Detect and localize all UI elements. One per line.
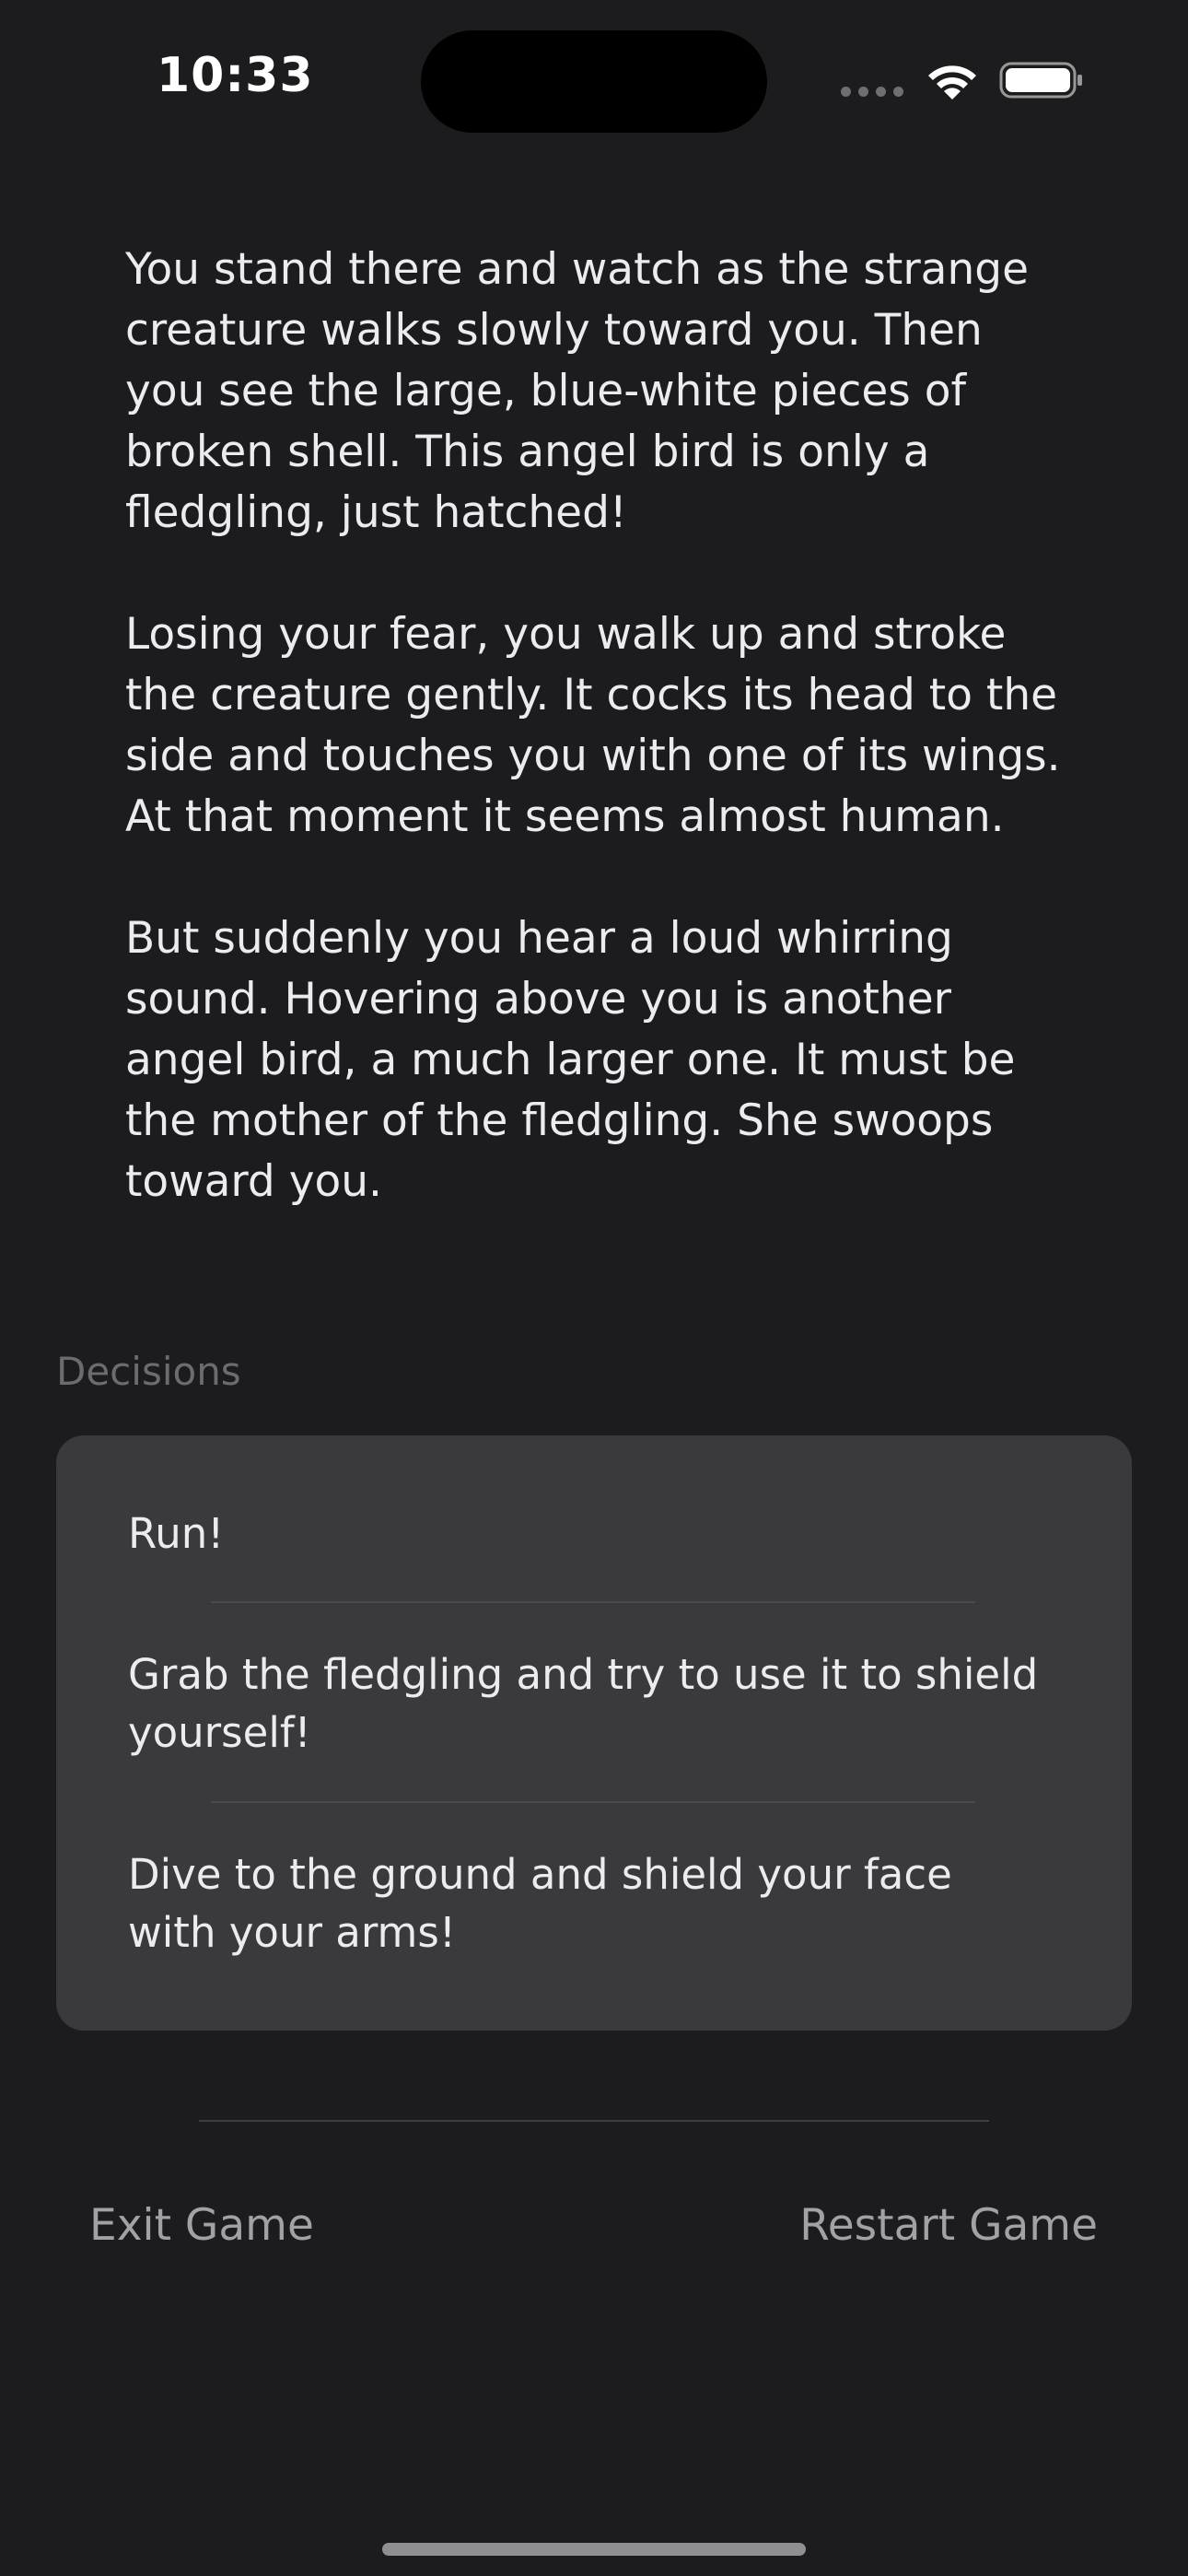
decision-option-run[interactable]: Run!: [128, 1505, 1049, 1563]
status-time: 10:33: [157, 48, 314, 103]
divider: [211, 1801, 975, 1803]
divider: [211, 1601, 975, 1603]
decisions-section-label: Decisions: [56, 1349, 241, 1394]
story-paragraph: You stand there and watch as the strange…: [125, 244, 1029, 538]
home-indicator[interactable]: [382, 2543, 806, 2556]
status-bar: 10:33: [0, 0, 1188, 157]
decision-option-dive[interactable]: Dive to the ground and shield your face …: [128, 1845, 1049, 1961]
dynamic-island: [421, 30, 767, 133]
battery-icon: [999, 62, 1082, 99]
cellular-signal-icon: [841, 87, 905, 98]
decision-option-grab-fledgling[interactable]: Grab the fledgling and try to use it to …: [128, 1645, 1049, 1762]
story-paragraph: But suddenly you hear a loud whirring so…: [125, 913, 1016, 1207]
decisions-list: Run! Grab the fledgling and try to use i…: [56, 1435, 1132, 2031]
wifi-icon: [928, 65, 976, 100]
restart-game-button[interactable]: Restart Game: [799, 2200, 1098, 2251]
divider: [199, 2120, 989, 2122]
story-text: You stand there and watch as the strange…: [125, 240, 1065, 1273]
exit-game-button[interactable]: Exit Game: [89, 2200, 314, 2251]
story-paragraph: Losing your fear, you walk up and stroke…: [125, 609, 1061, 842]
